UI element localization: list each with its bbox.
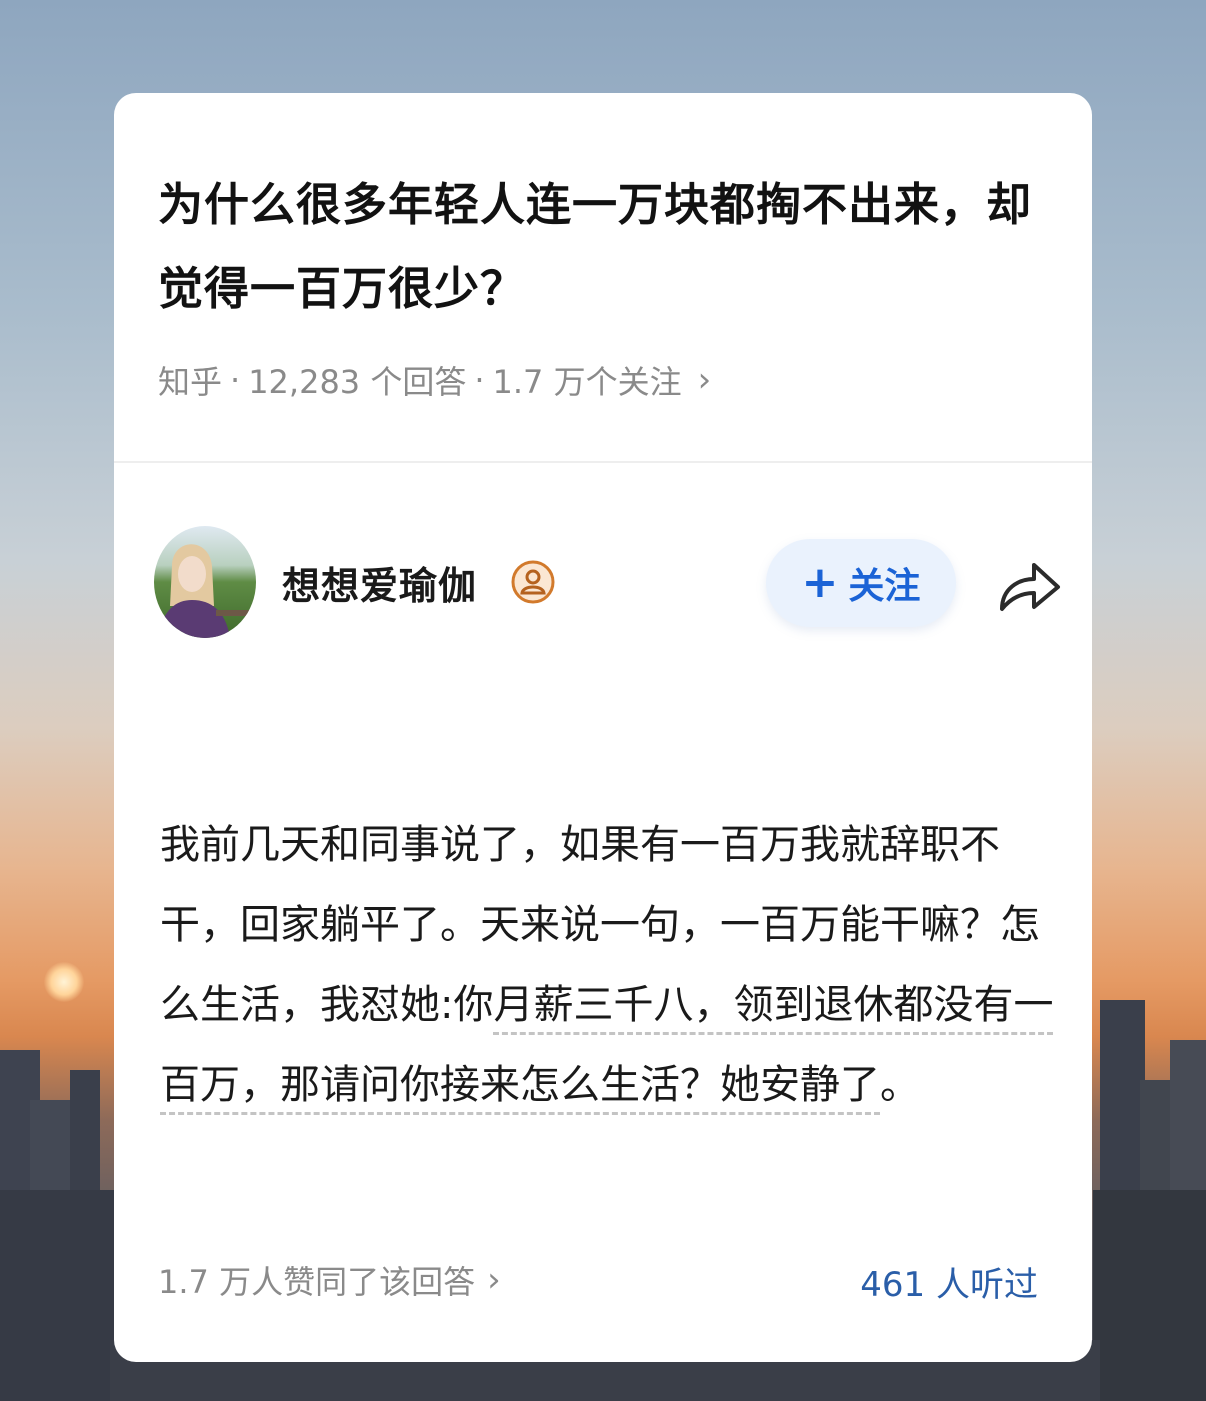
avatar[interactable] (154, 526, 256, 638)
verified-user-icon (511, 560, 555, 604)
author-name[interactable]: 想想爱瑜伽 (282, 555, 477, 610)
likes-count: 1.7 万人赞同了该回答 (158, 1263, 476, 1301)
meta-answer-count: 12,283 个回答 (248, 363, 467, 401)
follow-button[interactable]: + 关注 (766, 539, 956, 627)
share-icon[interactable] (996, 557, 1062, 615)
listen-count[interactable]: 461 人听过 (860, 1257, 1038, 1306)
plus-icon: + (801, 557, 839, 608)
answer-content[interactable]: 我前几天和同事说了，如果有一百万我就辞职不干，回家躺平了。天来说一句，一百万能干… (160, 805, 1070, 1125)
answer-card: 为什么很多年轻人连一万块都掏不出来，却觉得一百万很少？ 知乎 · 12,283 … (114, 93, 1092, 1362)
meta-follow-count: 1.7 万个关注 (492, 363, 682, 401)
follow-label: 关注 (848, 566, 921, 607)
question-meta[interactable]: 知乎 · 12,283 个回答 · 1.7 万个关注 › (158, 357, 711, 403)
answer-text: 。 (880, 1062, 920, 1108)
meta-source: 知乎 (158, 363, 223, 401)
likes-summary[interactable]: 1.7 万人赞同了该回答 › (158, 1257, 501, 1303)
divider (114, 461, 1092, 463)
question-title[interactable]: 为什么很多年轻人连一万块都掏不出来，却觉得一百万很少？ (158, 163, 1068, 331)
chevron-right-icon: › (487, 1260, 501, 1300)
meta-separator: · (474, 361, 485, 399)
avatar-image (154, 526, 256, 638)
chevron-right-icon: › (697, 360, 712, 400)
meta-separator: · (230, 361, 241, 399)
